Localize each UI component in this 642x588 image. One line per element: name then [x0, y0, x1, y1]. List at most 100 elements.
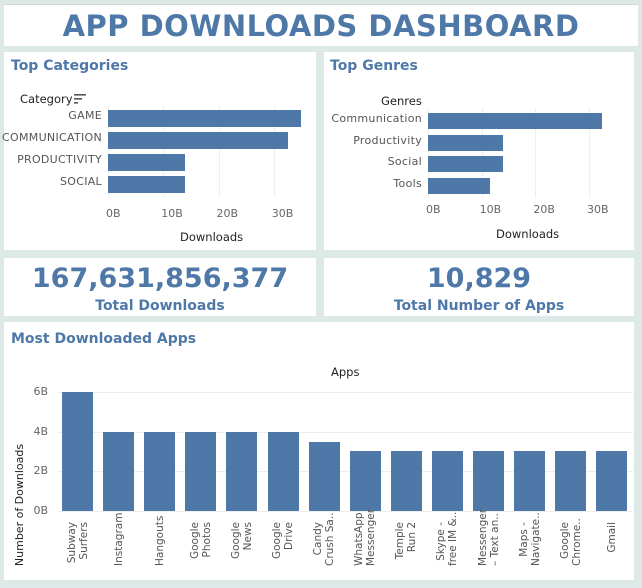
top-genres-axis-title: Downloads	[496, 227, 560, 241]
bar	[308, 441, 340, 511]
category-header[interactable]: Category	[20, 92, 73, 106]
app-label: Skype - free IM &..	[435, 511, 460, 566]
app-label-line: Crush Sa..	[324, 512, 337, 566]
bar	[349, 451, 381, 511]
app-label: Hangouts	[153, 515, 166, 566]
app-label: Temple Run 2	[394, 522, 418, 566]
app-label: Subway Surfers	[66, 522, 90, 566]
category-label: Productivity	[353, 133, 422, 147]
app-label-line: Messenger	[476, 508, 489, 566]
dashboard-title: APP DOWNLOADS DASHBOARD	[62, 8, 580, 43]
gridline	[58, 391, 634, 393]
app-label-line: Instagram	[112, 512, 125, 566]
top-categories-title: Top Categories	[11, 58, 129, 74]
bar	[144, 431, 176, 511]
app-label-line: Hangouts	[153, 515, 166, 566]
y-tick-label: 2B	[33, 464, 48, 478]
app-label-line: Google	[558, 522, 571, 560]
app-label: Google Drive	[271, 522, 295, 566]
app-label-line: Surfers	[77, 522, 90, 560]
top-categories-panel: Top Categories Category Downloads 0B 10B 2…	[2, 52, 316, 250]
app-label-line: News	[241, 522, 254, 551]
most-downloaded-panel: Most Downloaded Apps Apps Number of Down…	[4, 322, 634, 580]
app-label: Candy Crush Sa..	[312, 512, 337, 566]
top-categories-axis-title: Downloads	[180, 230, 244, 244]
app-label-line: WhatsApp	[353, 512, 366, 566]
bar	[514, 451, 546, 511]
x-tick-label: 30B	[271, 207, 294, 220]
bar	[428, 177, 490, 194]
app-label-line: Drive	[283, 522, 295, 550]
app-label: Google News	[230, 522, 254, 566]
total-downloads-label: Total Downloads	[95, 298, 225, 314]
app-label-line: free IM &..	[447, 511, 460, 566]
most-downloaded-title: Most Downloaded Apps	[11, 331, 197, 347]
genres-header[interactable]: Genres	[381, 94, 422, 108]
app-label-line: Photos	[200, 522, 213, 558]
app-label-line: Chrome..	[570, 518, 583, 566]
app-label-line: Run 2	[406, 522, 419, 553]
bar	[428, 113, 603, 129]
bar	[431, 451, 463, 511]
app-label: Google Photos	[189, 522, 213, 566]
bar	[596, 451, 628, 511]
bar	[473, 451, 504, 511]
top-genres-title: Top Genres	[330, 58, 418, 74]
x-tick-label: 0B	[426, 203, 441, 216]
category-label: Tools	[393, 176, 422, 190]
app-label-line: Messenger	[365, 508, 378, 566]
app-label: Maps - Navigate..	[517, 512, 542, 566]
app-label-line: Temple	[394, 522, 407, 560]
sort-descending-icon[interactable]	[74, 94, 86, 104]
x-tick-label: 30B	[587, 203, 609, 216]
total-apps-card: 10,829 Total Number of Apps	[324, 258, 634, 316]
total-downloads-value: 167,631,856,377	[31, 263, 289, 294]
app-label: Gmail	[606, 522, 618, 566]
bar	[267, 431, 299, 511]
bar	[428, 134, 504, 151]
app-label: Google Chrome..	[558, 518, 583, 566]
category-label: SOCIAL	[59, 175, 102, 188]
category-label: Social	[387, 155, 422, 168]
app-label-line: Navigate..	[529, 512, 542, 566]
x-tick-label: 10B	[479, 203, 502, 216]
top-genres-panel: Top Genres Genres Downloads 0B 10B 20B 30B C…	[324, 52, 634, 250]
apps-header: Apps	[331, 365, 360, 379]
y-tick-label: 0B	[33, 504, 48, 517]
category-label: GAME	[68, 109, 102, 122]
category-label: Communication	[331, 112, 422, 125]
category-label: PRODUCTIVITY	[17, 153, 102, 166]
bar	[185, 431, 217, 511]
app-label-line: Candy	[312, 522, 325, 556]
x-tick-label: 20B	[533, 203, 555, 216]
y-tick-label: 4B	[33, 424, 48, 438]
bar	[555, 451, 587, 511]
app-label: Messenger – Text an..	[476, 508, 501, 566]
bar	[103, 431, 135, 511]
y-tick-label: 6B	[33, 384, 48, 398]
app-label-line: Google	[229, 522, 242, 560]
app-label-line: – Text an..	[488, 513, 501, 566]
total-downloads-card: 167,631,856,377 Total Downloads	[4, 258, 316, 316]
app-label-line: Subway	[65, 522, 78, 564]
x-tick-label: 10B	[161, 207, 183, 220]
bar	[108, 154, 186, 171]
category-label: COMMUNICATION	[2, 131, 102, 144]
total-apps-label: Total Number of Apps	[393, 298, 565, 314]
bar	[390, 451, 422, 511]
x-tick-label: 20B	[216, 207, 239, 220]
bar	[226, 431, 258, 511]
app-label: Instagram	[112, 512, 125, 566]
bar	[108, 132, 288, 149]
app-label: WhatsApp Messenger	[353, 508, 378, 566]
app-label-line: Google	[271, 522, 283, 560]
total-apps-value: 10,829	[426, 263, 532, 294]
x-tick-label: 0B	[106, 207, 121, 220]
gridline	[58, 511, 634, 512]
bar	[62, 391, 93, 511]
app-label-line: Maps -	[517, 522, 530, 557]
bar	[108, 176, 186, 193]
app-label-line: Google	[188, 522, 201, 560]
dashboard-title-bar: APP DOWNLOADS DASHBOARD	[4, 4, 638, 46]
app-label-line: Gmail	[605, 522, 618, 553]
